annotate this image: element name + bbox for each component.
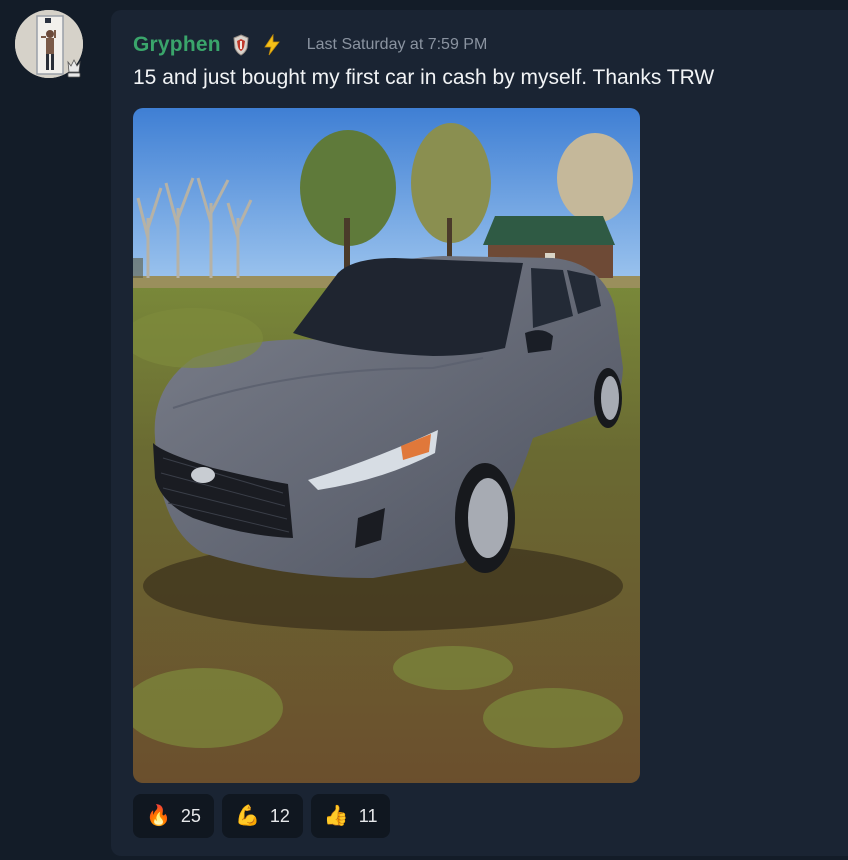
fire-emoji-icon: 🔥 xyxy=(146,805,171,827)
reactions-bar: 🔥 25 💪 12 👍 11 xyxy=(133,794,391,838)
message-timestamp[interactable]: Last Saturday at 7:59 PM xyxy=(307,36,488,54)
reaction-count: 25 xyxy=(180,805,201,826)
flexed-biceps-emoji-icon: 💪 xyxy=(234,805,260,827)
shield-badge-icon[interactable] xyxy=(231,33,251,57)
message-text: 15 and just bought my first car in cash … xyxy=(133,66,715,89)
car-photo-attachment[interactable] xyxy=(133,108,640,783)
lightning-bolt-icon[interactable] xyxy=(261,34,283,56)
message-header: Gryphen Last Saturday at 7:59 PM xyxy=(133,30,487,60)
reaction-count: 12 xyxy=(269,805,290,826)
reaction-count: 11 xyxy=(358,805,378,826)
username[interactable]: Gryphen xyxy=(133,33,221,57)
reaction-thumbs-up[interactable]: 👍 11 xyxy=(310,794,391,838)
crown-badge-icon xyxy=(67,59,81,78)
reaction-flexed-biceps[interactable]: 💪 12 xyxy=(221,794,303,838)
car-photo xyxy=(133,108,640,783)
reaction-fire[interactable]: 🔥 25 xyxy=(133,794,214,838)
thumbs-up-emoji-icon: 👍 xyxy=(323,805,349,827)
